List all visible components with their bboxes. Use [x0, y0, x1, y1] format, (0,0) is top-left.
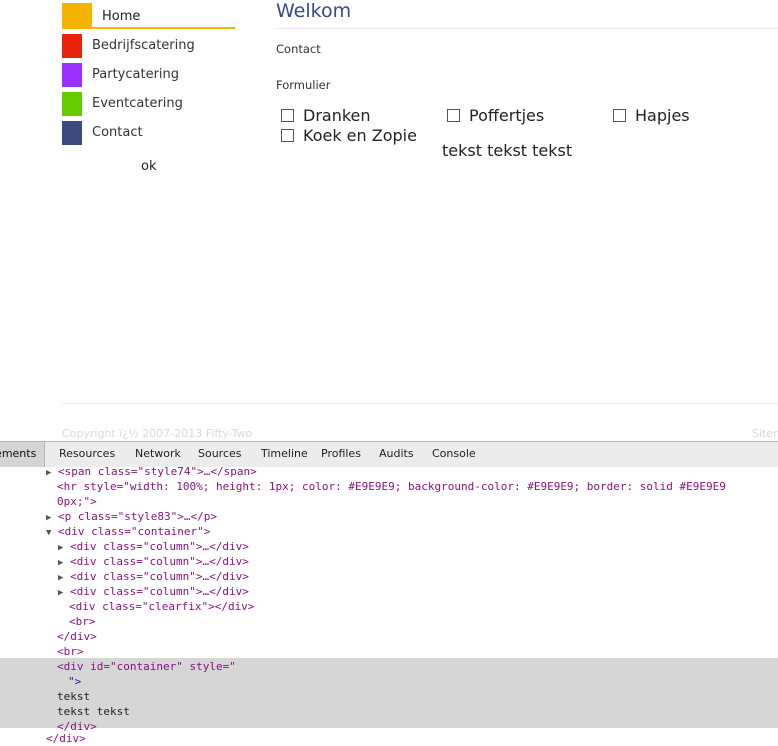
- dom-node-text: <div class="column">…</div>: [70, 570, 249, 583]
- checkbox-label: Koek en Zopie: [303, 126, 417, 145]
- elements-panel: ▶ <span class="style74">…</span> <hr sty…: [0, 465, 778, 745]
- nav-item-partycatering[interactable]: Partycatering: [62, 63, 235, 89]
- tab-audits[interactable]: Audits: [379, 447, 414, 460]
- dom-node-text: <div class="container">: [58, 525, 211, 538]
- dom-node-text: <br>: [69, 615, 96, 628]
- dom-node-row[interactable]: <br>: [57, 644, 84, 659]
- dom-node-text: <br>: [57, 645, 84, 658]
- footer-copyright: Copyright ï¿½ 2007-2013 Fifty-Two: [62, 427, 253, 440]
- bedrijfscatering-color-swatch: [62, 34, 82, 58]
- dom-node-text: ">: [68, 675, 82, 688]
- nav-label-contact: Contact: [92, 125, 143, 140]
- dom-node-row[interactable]: <hr style="width: 100%; height: 1px; col…: [57, 479, 726, 494]
- checkbox-box[interactable]: [281, 129, 294, 142]
- tab-elements-label: lements: [0, 447, 37, 460]
- nav-item-home[interactable]: Home: [62, 3, 235, 29]
- body-text: tekst tekst tekst: [442, 141, 573, 160]
- nav-item-contact[interactable]: Contact: [62, 121, 235, 147]
- tab-resources[interactable]: Resources: [59, 447, 115, 460]
- contact-color-swatch: [62, 121, 82, 145]
- expand-triangle-icon[interactable]: ▶: [58, 543, 63, 553]
- dom-node-row: 0px;">: [57, 494, 97, 509]
- home-color-swatch: [62, 3, 92, 29]
- tab-console[interactable]: Console: [432, 447, 476, 460]
- dom-node-text: 0px;">: [57, 495, 97, 508]
- dom-node-row-selected[interactable]: <div id="container" style=": [57, 659, 236, 674]
- contact-heading: Contact: [276, 42, 321, 56]
- expand-triangle-icon[interactable]: ▶: [58, 558, 63, 568]
- tab-network[interactable]: Network: [135, 447, 181, 460]
- dom-node-text: </div>: [57, 630, 97, 643]
- nav-item-eventcatering[interactable]: Eventcatering: [62, 92, 235, 118]
- active-nav-underline: [62, 27, 235, 29]
- dom-node-row: ">: [68, 674, 81, 689]
- dom-node-text: <div class="column">…</div>: [70, 555, 249, 568]
- page-title: Welkom: [276, 0, 352, 22]
- dom-node-text: <div class="clearfix"></div>: [69, 600, 255, 613]
- nav-label-home: Home: [102, 9, 141, 24]
- tab-sources[interactable]: Sources: [198, 447, 242, 460]
- dom-node-row: tekst tekst: [57, 704, 130, 719]
- checkbox-label: Hapjes: [635, 106, 690, 125]
- tab-timeline[interactable]: Timeline: [261, 447, 308, 460]
- checkbox-label: Poffertjes: [469, 106, 545, 125]
- dom-node-row[interactable]: </div>: [57, 629, 97, 644]
- checkbox-box[interactable]: [281, 109, 294, 122]
- dom-node-text: <div class="column">…</div>: [70, 585, 249, 598]
- dom-node-row: tekst: [57, 689, 90, 704]
- ok-text: ok: [141, 159, 157, 174]
- dom-node-text: tekst: [57, 690, 91, 703]
- expand-triangle-icon[interactable]: ▶: [58, 573, 63, 583]
- dom-node-row[interactable]: <div class="clearfix"></div>: [69, 599, 254, 614]
- dom-node-row[interactable]: <br>: [69, 614, 96, 629]
- dom-node-text: <hr style="width: 100%; height: 1px; col…: [57, 480, 726, 493]
- eventcatering-color-swatch: [62, 92, 82, 116]
- expand-triangle-icon[interactable]: ▶: [46, 513, 51, 523]
- dom-node-text: <span class="style74">…</span>: [58, 465, 257, 478]
- expand-triangle-icon[interactable]: ▶: [58, 588, 63, 598]
- dom-node-text: tekst tekst: [57, 705, 130, 718]
- partycatering-color-swatch: [62, 63, 82, 87]
- tab-profiles[interactable]: Profiles: [321, 447, 361, 460]
- collapse-triangle-icon[interactable]: ▼: [46, 528, 51, 538]
- title-divider: [276, 28, 778, 29]
- tab-elements[interactable]: lements: [0, 442, 45, 467]
- dom-node-text: <div id="container" style=": [57, 660, 236, 673]
- nav-label-eventcatering: Eventcatering: [92, 96, 183, 111]
- nav-item-bedrijfscatering[interactable]: Bedrijfscatering: [62, 34, 235, 60]
- checkbox-label: Dranken: [303, 106, 371, 125]
- dom-node-text: <p class="style83">…</p>: [58, 510, 217, 523]
- checkbox-box[interactable]: [613, 109, 626, 122]
- checkbox-box[interactable]: [447, 109, 460, 122]
- form-heading: Formulier: [276, 78, 331, 92]
- footer-divider: [62, 403, 778, 404]
- dom-node-text: <div class="column">…</div>: [70, 540, 249, 553]
- nav-label-bedrijfscatering: Bedrijfscatering: [92, 38, 195, 53]
- footer-right-text: Siter: [752, 427, 778, 440]
- nav-label-partycatering: Partycatering: [92, 67, 180, 82]
- expand-triangle-icon[interactable]: ▶: [46, 468, 51, 478]
